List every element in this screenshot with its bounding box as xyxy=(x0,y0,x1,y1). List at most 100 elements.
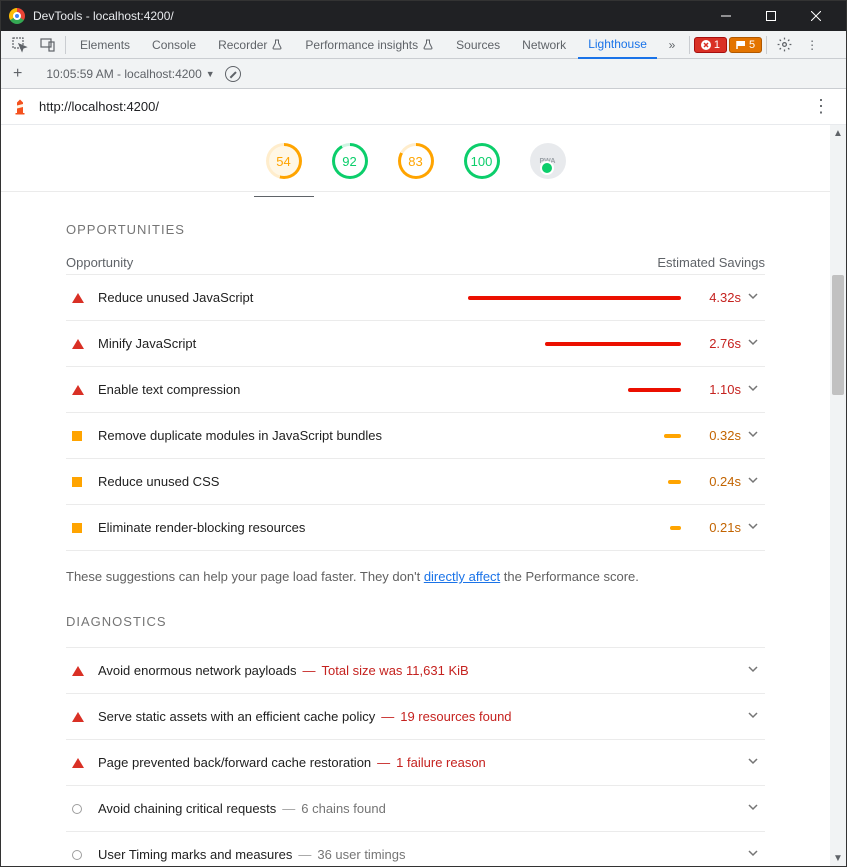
savings-bar xyxy=(468,296,681,300)
lighthouse-toolbar: + 10:05:59 AM - localhost:4200 ▼ xyxy=(1,59,846,89)
savings-value: 0.21s xyxy=(681,520,741,535)
more-tabs-icon[interactable]: » xyxy=(659,32,685,58)
tab-console[interactable]: Console xyxy=(142,31,206,59)
savings-value: 4.32s xyxy=(681,290,741,305)
report-menu-icon[interactable]: ⋮ xyxy=(806,96,836,117)
diagnostic-label: Serve static assets with an efficient ca… xyxy=(98,709,375,724)
opportunity-label: Eliminate render-blocking resources xyxy=(98,520,468,535)
triangle-red-icon xyxy=(72,758,84,768)
clear-icon[interactable] xyxy=(225,66,241,82)
warnings-badge[interactable]: 5 xyxy=(729,37,762,53)
diagnostic-detail: 1 failure reason xyxy=(396,755,486,770)
scroll-down-arrow[interactable]: ▼ xyxy=(830,850,846,866)
score-value: 83 xyxy=(401,146,431,176)
opportunities-note: These suggestions can help your page loa… xyxy=(66,569,765,584)
score-value: 54 xyxy=(269,146,299,176)
savings-bar xyxy=(468,434,681,438)
chevron-down-icon[interactable] xyxy=(741,291,765,304)
diagnostic-detail: 19 resources found xyxy=(400,709,511,724)
diagnostic-detail: 36 user timings xyxy=(317,847,405,862)
kebab-menu-icon[interactable]: ⋮ xyxy=(799,32,825,58)
diagnostic-row[interactable]: Avoid chaining critical requests — 6 cha… xyxy=(66,785,765,831)
chevron-down-icon[interactable] xyxy=(741,337,765,350)
flag-icon xyxy=(736,40,746,50)
triangle-red-icon xyxy=(72,666,84,676)
window-title: DevTools - localhost:4200/ xyxy=(33,9,174,23)
close-button[interactable] xyxy=(793,1,838,31)
devtools-tabbar: Elements Console Recorder Performance in… xyxy=(1,31,846,59)
tab-elements[interactable]: Elements xyxy=(70,31,140,59)
opportunity-label: Enable text compression xyxy=(98,382,468,397)
error-icon xyxy=(701,40,711,50)
savings-value: 1.10s xyxy=(681,382,741,397)
triangle-red-icon xyxy=(72,339,84,349)
diagnostic-row[interactable]: Page prevented back/forward cache restor… xyxy=(66,739,765,785)
chevron-down-icon[interactable] xyxy=(741,429,765,442)
scroll-up-arrow[interactable]: ▲ xyxy=(830,125,846,141)
report-dropdown[interactable]: 10:05:59 AM - localhost:4200 ▼ xyxy=(46,67,214,81)
triangle-red-icon xyxy=(72,385,84,395)
diagnostic-row[interactable]: Avoid enormous network payloads — Total … xyxy=(66,647,765,693)
chevron-down-icon[interactable] xyxy=(741,848,765,861)
tab-network[interactable]: Network xyxy=(512,31,576,59)
opportunity-label: Reduce unused CSS xyxy=(98,474,468,489)
triangle-red-icon xyxy=(72,712,84,722)
diagnostic-row[interactable]: Serve static assets with an efficient ca… xyxy=(66,693,765,739)
errors-badge[interactable]: 1 xyxy=(694,37,727,53)
opportunity-row[interactable]: Reduce unused JavaScript4.32s xyxy=(66,274,765,320)
window-titlebar: DevTools - localhost:4200/ xyxy=(1,1,846,31)
chevron-down-icon[interactable] xyxy=(741,756,765,769)
savings-value: 0.24s xyxy=(681,474,741,489)
savings-value: 0.32s xyxy=(681,428,741,443)
diagnostic-row[interactable]: User Timing marks and measures — 36 user… xyxy=(66,831,765,866)
settings-gear-icon[interactable] xyxy=(771,32,797,58)
opportunity-row[interactable]: Reduce unused CSS 0.24s xyxy=(66,458,765,504)
savings-bar xyxy=(468,388,681,392)
square-orange-icon xyxy=(72,523,82,533)
diagnostic-label: Avoid enormous network payloads xyxy=(98,663,297,678)
score-gauge[interactable]: 92 xyxy=(332,143,368,179)
new-report-button[interactable]: + xyxy=(9,65,26,83)
lighthouse-icon xyxy=(11,98,29,116)
scrollbar-thumb[interactable] xyxy=(832,275,844,395)
scrollbar[interactable]: ▲ ▼ xyxy=(830,125,846,866)
score-gauge[interactable]: 83 xyxy=(398,143,434,179)
chevron-down-icon[interactable] xyxy=(741,664,765,677)
savings-bar xyxy=(468,526,681,530)
opportunity-label: Remove duplicate modules in JavaScript b… xyxy=(98,428,468,443)
tab-sources[interactable]: Sources xyxy=(446,31,510,59)
opportunity-row[interactable]: Enable text compression 1.10s xyxy=(66,366,765,412)
opportunity-row[interactable]: Eliminate render-blocking resources 0.21s xyxy=(66,504,765,551)
chevron-down-icon[interactable] xyxy=(741,521,765,534)
chevron-down-icon[interactable] xyxy=(741,802,765,815)
opportunity-row[interactable]: Minify JavaScript 2.76s xyxy=(66,320,765,366)
opportunities-columns: Opportunity Estimated Savings xyxy=(66,255,765,270)
tab-recorder[interactable]: Recorder xyxy=(208,31,293,59)
opportunity-label: Minify JavaScript xyxy=(98,336,468,351)
tab-performance-insights[interactable]: Performance insights xyxy=(295,31,444,59)
score-gauge[interactable]: 100 xyxy=(464,143,500,179)
minimize-button[interactable] xyxy=(703,1,748,31)
chevron-down-icon: ▼ xyxy=(206,69,215,79)
opportunity-row[interactable]: Remove duplicate modules in JavaScript b… xyxy=(66,412,765,458)
diagnostic-detail: 6 chains found xyxy=(301,801,386,816)
square-orange-icon xyxy=(72,431,82,441)
pwa-gauge[interactable]: PWA xyxy=(530,143,566,179)
chevron-down-icon[interactable] xyxy=(741,710,765,723)
gauges-row: 54 92 83 100 PWA xyxy=(1,125,830,192)
maximize-button[interactable] xyxy=(748,1,793,31)
report-content: 549283100PWA OPPORTUNITIES Opportunity E… xyxy=(1,125,830,866)
inspect-icon[interactable] xyxy=(7,32,33,58)
diagnostic-label: Avoid chaining critical requests xyxy=(98,801,276,816)
savings-value: 2.76s xyxy=(681,336,741,351)
chevron-down-icon[interactable] xyxy=(741,383,765,396)
flask-icon xyxy=(271,39,283,51)
diagnostic-label: User Timing marks and measures xyxy=(98,847,292,862)
score-gauge[interactable]: 54 xyxy=(266,143,302,179)
tab-lighthouse[interactable]: Lighthouse xyxy=(578,31,657,59)
note-link[interactable]: directly affect xyxy=(424,569,500,584)
circle-gray-icon xyxy=(72,850,82,860)
diagnostics-heading: DIAGNOSTICS xyxy=(66,614,765,629)
device-toggle-icon[interactable] xyxy=(35,32,61,58)
chevron-down-icon[interactable] xyxy=(741,475,765,488)
